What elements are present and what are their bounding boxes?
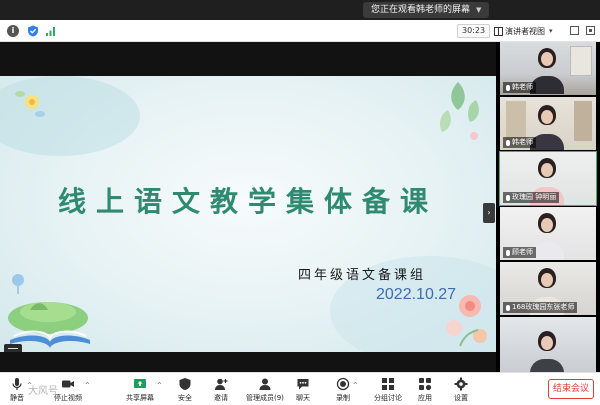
chevron-up-icon[interactable]: ^: [353, 382, 358, 389]
apps-button[interactable]: 应用: [418, 376, 432, 404]
participant-tile[interactable]: 顾老师: [500, 207, 596, 260]
avatar: [541, 110, 553, 124]
participants-icon: [259, 378, 271, 390]
participants-button[interactable]: 管理成员(9): [246, 376, 284, 404]
shield-icon[interactable]: [27, 25, 39, 37]
mute-button[interactable]: 静音 ^: [10, 376, 32, 404]
shared-screen: 线上语文教学集体备课 四年级语文备课组 2022.10.27: [0, 42, 496, 372]
mic-icon: [506, 304, 510, 311]
participant-tile[interactable]: 168玫瑰园东张老师: [500, 262, 596, 315]
chevron-up-icon[interactable]: ^: [157, 382, 162, 389]
microphone-icon: [12, 378, 22, 390]
avatar: [541, 336, 553, 350]
participant-name: 顾老师: [512, 248, 533, 256]
participant-name-tag: 玫瑰园 钟明丽: [503, 192, 560, 203]
participant-name-tag: 顾老师: [503, 247, 536, 258]
chat-button[interactable]: 聊天: [296, 376, 310, 404]
leaves-decoration: [440, 82, 479, 140]
flower-decoration: [446, 295, 487, 347]
signal-icon[interactable]: [45, 25, 57, 37]
bookshelf-background: [506, 101, 526, 141]
mute-label: 静音: [10, 394, 24, 402]
participant-name-tag: 韩老师: [503, 82, 536, 93]
shield-icon: [179, 378, 191, 390]
gear-icon: [454, 377, 468, 391]
video-camera-icon: [62, 380, 74, 388]
mic-icon: [506, 84, 510, 91]
participant-name: 玫瑰园 钟明丽: [512, 193, 557, 201]
chevron-down-icon: ▼: [476, 6, 482, 14]
chat-label: 聊天: [296, 394, 310, 402]
settings-button[interactable]: 设置: [454, 376, 468, 404]
chat-bubble-icon: [297, 379, 309, 390]
window-layout-icon[interactable]: [570, 26, 579, 35]
view-mode-label: 演讲者视图: [505, 26, 545, 36]
participant-name-tag: 168玫瑰园东张老师: [503, 302, 578, 313]
breakout-rooms-button[interactable]: 分组讨论: [374, 376, 402, 404]
viewing-screen-label: 您正在观看韩老师的屏幕: [371, 5, 471, 15]
chevron-up-icon[interactable]: ^: [27, 382, 32, 389]
stop-video-label: 停止视频: [54, 394, 82, 402]
chevron-down-icon: ▾: [549, 27, 553, 35]
slide-title: 线上语文教学集体备课: [57, 185, 438, 218]
slide-panel-toggle[interactable]: [4, 344, 22, 352]
chevron-up-icon[interactable]: ^: [85, 382, 90, 389]
bookshelf-background: [574, 101, 592, 141]
mic-icon: [506, 194, 510, 201]
avatar: [541, 52, 553, 66]
participant-tile[interactable]: 韩老师: [500, 97, 596, 150]
record-icon: [336, 377, 350, 391]
meeting-top-bar: i 30:23 演讲者视图 ▾: [0, 20, 600, 42]
participant-name-tag: 韩老师: [503, 137, 536, 148]
view-mode-button[interactable]: 演讲者视图 ▾: [494, 23, 553, 39]
apps-grid-icon: [419, 378, 432, 391]
mic-icon: [506, 139, 510, 146]
participant-name: 韩老师: [512, 83, 533, 91]
mic-icon: [506, 249, 510, 256]
fullscreen-icon[interactable]: [586, 26, 595, 35]
participant-name: 168玫瑰园东张老师: [512, 303, 575, 311]
share-screen-icon: [134, 379, 146, 388]
record-label: 录制: [336, 394, 350, 402]
participant-tile[interactable]: 韩老师: [500, 42, 596, 95]
viewing-screen-dropdown[interactable]: 您正在观看韩老师的屏幕 ▼: [363, 2, 490, 18]
share-screen-label: 共享屏幕: [126, 394, 154, 402]
meeting-timer: 30:23: [457, 24, 491, 38]
presentation-slide: 线上语文教学集体备课 四年级语文备课组 2022.10.27: [0, 76, 496, 352]
share-screen-button[interactable]: 共享屏幕 ^: [126, 376, 162, 404]
participants-label: 管理成员(9): [246, 394, 284, 402]
participant-tile-active[interactable]: 玫瑰园 钟明丽: [499, 151, 597, 206]
stop-video-button[interactable]: 停止视频 ^: [54, 376, 90, 404]
avatar: [541, 163, 553, 177]
grid-view-icon: [494, 26, 503, 36]
record-button[interactable]: 录制 ^: [336, 376, 358, 404]
add-user-icon: [215, 378, 228, 390]
participant-gallery: 韩老师 韩老师 玫瑰园 钟明丽 顾老师 168玫瑰园东张老师: [496, 42, 600, 372]
book-island-illustration: [8, 274, 90, 348]
avatar: [541, 218, 553, 232]
apps-label: 应用: [418, 394, 432, 402]
participant-name: 韩老师: [512, 138, 533, 146]
end-meeting-button[interactable]: 结束会议: [548, 379, 594, 399]
slide-subtitle-group: 四年级语文备课组: [298, 268, 427, 283]
settings-label: 设置: [454, 394, 468, 402]
flower-decoration: [15, 91, 45, 117]
window-background: [570, 46, 592, 76]
avatar: [541, 273, 553, 287]
breakout-rooms-icon: [382, 378, 394, 390]
top-banner: 您正在观看韩老师的屏幕 ▼: [0, 0, 600, 20]
meeting-toolbar: 大风号 静音 ^ 停止视频 ^ 共享屏幕 ^ 安全 邀请 管理成员(9) 聊天 …: [0, 372, 600, 405]
participant-tile[interactable]: [500, 317, 596, 372]
info-icon[interactable]: i: [7, 25, 19, 37]
security-button[interactable]: 安全: [178, 376, 192, 404]
invite-button[interactable]: 邀请: [214, 376, 228, 404]
collapse-gallery-button[interactable]: ›: [483, 203, 495, 223]
security-label: 安全: [178, 394, 192, 402]
breakout-rooms-label: 分组讨论: [374, 394, 402, 402]
invite-label: 邀请: [214, 394, 228, 402]
